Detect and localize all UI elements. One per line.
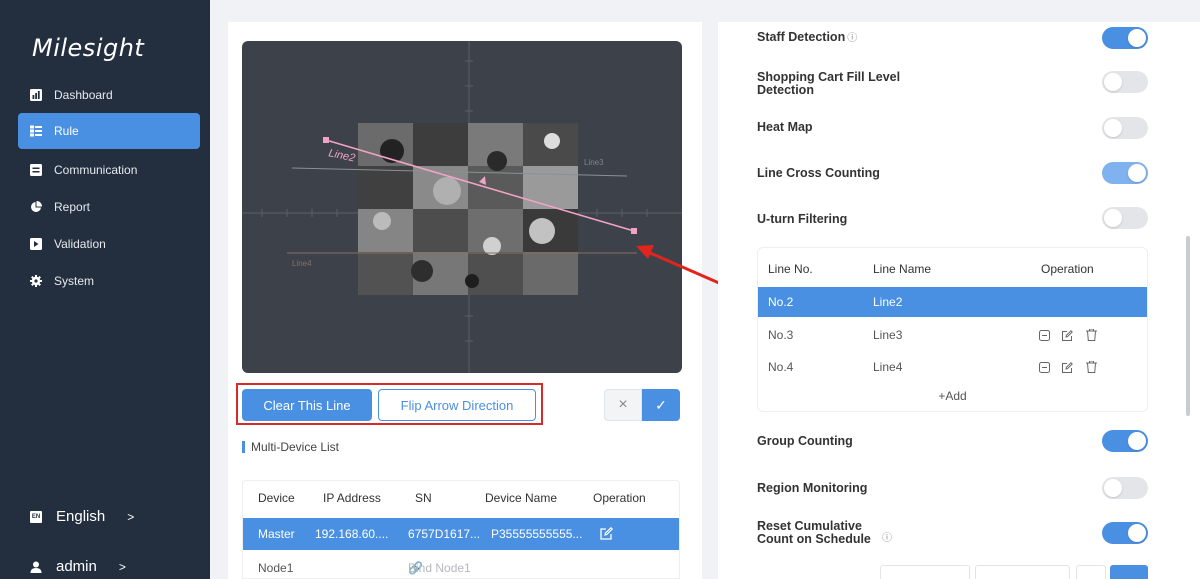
table-row[interactable]: No.4 Line4 — [758, 352, 1147, 382]
bar-chart-icon — [30, 89, 42, 101]
line-cross-counting-label: Line Cross Counting — [757, 166, 880, 180]
col-line-no: Line No. — [768, 262, 813, 276]
chevron-right-icon: > — [127, 509, 135, 524]
edit-icon[interactable] — [600, 526, 614, 540]
line-no-cell: No.2 — [768, 295, 794, 309]
collapse-icon[interactable] — [1039, 330, 1050, 341]
add-line-button[interactable]: +Add — [758, 384, 1147, 408]
cancel-button[interactable]: × — [604, 389, 642, 421]
reset-cumulative-count-label: Reset Cumulative Count on Schedule — [757, 519, 871, 546]
edit-icon[interactable] — [1062, 362, 1073, 373]
region-monitoring-label: Region Monitoring — [757, 481, 868, 495]
info-icon: ⓘ — [882, 533, 892, 544]
camera-preview[interactable]: Line3 Line4 Line2 — [242, 41, 682, 373]
u-turn-filtering-label: U-turn Filtering — [757, 212, 848, 226]
table-row[interactable]: Master 192.168.60.... 6757D1617... P3555… — [243, 518, 679, 550]
shopping-cart-fill-level-detection-label: Shopping Cart Fill Level Detection — [757, 70, 901, 97]
confirm-button[interactable]: ✓ — [642, 389, 680, 421]
line-name-cell: Line3 — [873, 328, 903, 342]
validation-icon — [30, 238, 42, 250]
staff-detection-toggle[interactable] — [1102, 27, 1148, 49]
shopping-cart-detection-toggle[interactable] — [1102, 71, 1148, 93]
col-sn: SN — [415, 491, 432, 505]
schedule-confirm-button[interactable] — [1110, 565, 1148, 579]
sidebar-item-label: Dashboard — [54, 88, 113, 102]
device-cell: Master — [258, 527, 295, 541]
col-line-name: Line Name — [873, 262, 932, 276]
sidebar-item-label: Report — [54, 200, 91, 214]
trash-icon[interactable] — [1086, 328, 1097, 341]
device-name-cell: P35555555555... — [491, 527, 583, 541]
trash-icon[interactable] — [1086, 360, 1097, 373]
line-no-cell: No.3 — [768, 328, 794, 342]
col-operation: Operation — [1041, 262, 1094, 276]
heat-map-toggle[interactable] — [1102, 117, 1148, 139]
staff-detection-label: Staff Detection ⓘ — [757, 30, 858, 45]
line3-label: Line3 — [584, 158, 604, 167]
table-header: Device IP Address SN Device Name Operati… — [243, 481, 679, 515]
u-turn-filtering-toggle[interactable] — [1102, 207, 1148, 229]
gear-icon — [30, 275, 42, 287]
table-row[interactable]: No.2 Line2 — [758, 287, 1147, 317]
line4-label: Line4 — [292, 259, 312, 268]
milesight-logo: Milesight — [32, 34, 145, 62]
sn-cell: 6757D1617... — [408, 527, 481, 541]
user-label: admin — [56, 558, 97, 575]
sidebar-item-report[interactable]: Report — [18, 189, 200, 225]
schedule-mode-select[interactable] — [880, 565, 970, 579]
rule-list-icon — [30, 125, 42, 137]
collapse-icon[interactable] — [1039, 362, 1050, 373]
sidebar-item-label: System — [54, 274, 95, 288]
check-icon: ✓ — [655, 396, 667, 413]
heat-map-label: Heat Map — [757, 120, 813, 134]
line-cross-counting-toggle[interactable] — [1102, 162, 1148, 184]
table-header: Line No. Line Name Operation — [758, 254, 1147, 284]
col-ip: IP Address — [323, 491, 381, 505]
sidebar-item-label: Communication — [54, 163, 138, 177]
table-row: Node1 🔗 Bind Node1 — [243, 551, 679, 578]
sidebar-item-system[interactable]: System — [18, 263, 200, 299]
reset-cumulative-count-toggle[interactable] — [1102, 522, 1148, 544]
close-icon: × — [618, 396, 628, 413]
sidebar-item-rule[interactable]: Rule — [18, 113, 200, 149]
language-selector[interactable]: EN English > — [30, 508, 134, 525]
sidebar-item-label: Validation — [54, 237, 106, 251]
sidebar-item-label: Rule — [54, 124, 79, 138]
communication-icon — [30, 164, 42, 176]
chevron-right-icon: > — [118, 559, 126, 574]
top-strip — [210, 0, 1200, 10]
ip-cell: 192.168.60.... — [315, 527, 389, 541]
multi-device-list-title: Multi-Device List — [242, 441, 339, 453]
group-counting-toggle[interactable] — [1102, 430, 1148, 452]
user-menu[interactable]: admin > — [30, 558, 126, 575]
region-monitoring-toggle[interactable] — [1102, 477, 1148, 499]
info-icon: ⓘ — [847, 33, 858, 44]
line-name-cell: Line4 — [873, 360, 903, 374]
line-no-cell: No.4 — [768, 360, 794, 374]
language-label: English — [56, 508, 106, 525]
schedule-dropdown[interactable] — [1076, 565, 1106, 579]
flip-arrow-direction-button[interactable]: Flip Arrow Direction — [378, 389, 536, 421]
line2-label: Line2 — [327, 147, 356, 164]
language-icon: EN — [30, 510, 42, 523]
scrollbar[interactable] — [1186, 236, 1190, 416]
line-name-cell: Line2 — [873, 295, 903, 309]
schedule-time-picker[interactable] — [975, 565, 1070, 579]
group-counting-label: Group Counting — [757, 434, 853, 448]
clear-line-button[interactable]: Clear This Line — [242, 389, 372, 421]
col-device-name: Device Name — [485, 491, 558, 505]
sidebar-item-communication[interactable]: Communication — [18, 152, 200, 188]
sidebar-item-validation[interactable]: Validation — [18, 226, 200, 262]
col-device: Device — [258, 491, 295, 505]
pie-chart-icon — [30, 201, 42, 213]
sidebar-item-dashboard[interactable]: Dashboard — [18, 77, 200, 113]
multi-device-table: Device IP Address SN Device Name Operati… — [242, 480, 680, 579]
user-icon — [30, 561, 42, 573]
sidebar: Milesight Dashboard Rule Communication R… — [0, 0, 210, 579]
edit-icon[interactable] — [1062, 330, 1073, 341]
node-device-cell: Node1 — [258, 561, 294, 575]
table-row[interactable]: No.3 Line3 — [758, 320, 1147, 350]
col-operation: Operation — [593, 491, 646, 505]
line-table: Line No. Line Name Operation No.2 Line2 … — [757, 247, 1148, 412]
